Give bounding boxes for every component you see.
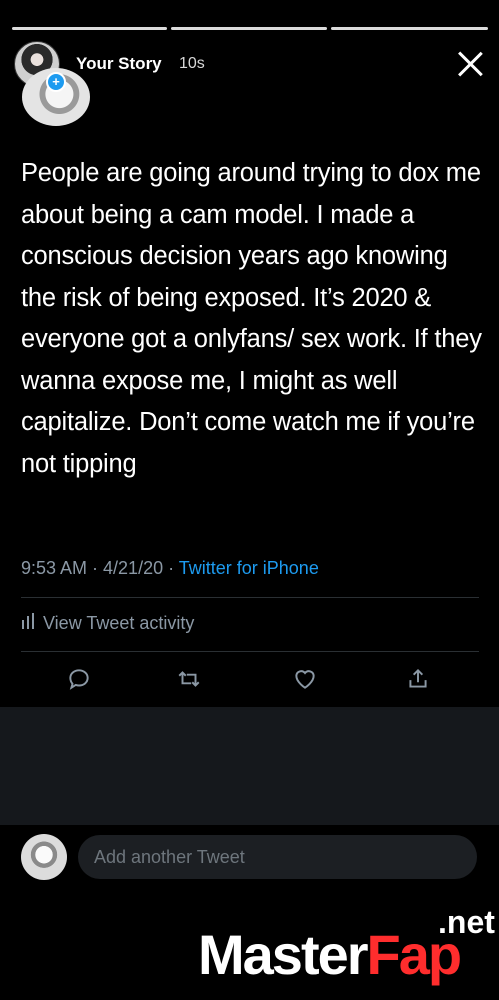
view-tweet-activity-label: View Tweet activity xyxy=(43,613,195,633)
retweet-icon[interactable] xyxy=(176,666,202,692)
tweet-meta: 9:53 AM · 4/21/20 · Twitter for iPhone xyxy=(21,558,319,579)
reply-area-background xyxy=(0,707,499,825)
watermark-logo: MasterFap .net xyxy=(198,904,495,987)
add-another-tweet-input[interactable] xyxy=(78,835,477,879)
story-progress-3 xyxy=(331,27,488,30)
story-title[interactable]: Your Story xyxy=(76,54,162,74)
story-progress-2 xyxy=(171,27,327,30)
view-tweet-activity[interactable]: View Tweet activity xyxy=(21,613,194,634)
like-icon[interactable] xyxy=(292,666,318,692)
tweet-source-link[interactable]: Twitter for iPhone xyxy=(179,558,319,578)
divider xyxy=(21,597,479,598)
divider xyxy=(21,651,479,652)
story-progress-1 xyxy=(12,27,167,30)
add-story-icon[interactable]: + xyxy=(46,72,66,92)
reply-icon[interactable] xyxy=(66,666,92,692)
analytics-icon xyxy=(21,613,35,634)
close-icon[interactable] xyxy=(456,50,484,78)
watermark-tld: .net xyxy=(438,904,495,940)
compose-avatar xyxy=(21,834,67,880)
share-icon[interactable] xyxy=(405,666,431,692)
tweet-timestamp: 9:53 AM · 4/21/20 · xyxy=(21,558,179,578)
story-time: 10s xyxy=(179,55,205,72)
watermark-part1: Master xyxy=(198,923,369,986)
tweet-text: People are going around trying to dox me… xyxy=(21,159,482,478)
